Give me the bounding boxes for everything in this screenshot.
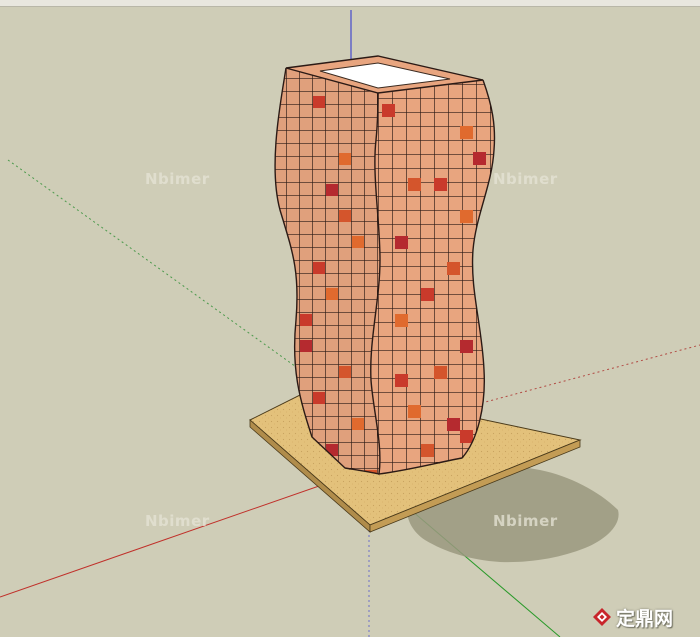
- accent-tile: [313, 262, 325, 274]
- accent-tile: [300, 314, 312, 326]
- axis-red-line: [0, 469, 366, 598]
- accent-tile: [326, 288, 338, 300]
- accent-tile: [460, 126, 473, 139]
- accent-tile: [339, 366, 351, 378]
- accent-tile: [395, 236, 408, 249]
- watermark-bottom-left: Nbimer: [145, 512, 210, 530]
- accent-tile: [421, 288, 434, 301]
- watermark-bottom-right: Nbimer: [493, 512, 558, 530]
- accent-tile: [434, 178, 447, 191]
- accent-tile: [460, 430, 473, 443]
- accent-tile: [339, 210, 351, 222]
- accent-tile: [352, 418, 364, 430]
- accent-tile: [447, 262, 460, 275]
- brand-logo: 定鼎网: [592, 604, 673, 630]
- 3d-viewport[interactable]: Nbimer Nbimer Nbimer Nbimer 定鼎网: [0, 0, 700, 637]
- accent-tile: [395, 374, 408, 387]
- accent-tile: [460, 210, 473, 223]
- accent-tile: [352, 236, 364, 248]
- scene-canvas[interactable]: [0, 0, 700, 637]
- accent-tile: [326, 184, 338, 196]
- accent-tile: [408, 405, 421, 418]
- accent-tile: [421, 444, 434, 457]
- accent-tile: [447, 418, 460, 431]
- accent-tile: [313, 96, 325, 108]
- diamond-logo-icon: [593, 608, 611, 626]
- watermark-top-right: Nbimer: [493, 170, 558, 188]
- accent-tile: [460, 340, 473, 353]
- accent-tile: [408, 178, 421, 191]
- accent-tile: [473, 152, 486, 165]
- accent-tile: [395, 314, 408, 327]
- brand-text: 定鼎网: [616, 607, 674, 630]
- watermark-top-left: Nbimer: [145, 170, 210, 188]
- accent-tile: [313, 392, 325, 404]
- accent-tile: [339, 153, 351, 165]
- accent-tile: [300, 340, 312, 352]
- accent-tile: [434, 366, 447, 379]
- accent-tile: [382, 104, 395, 117]
